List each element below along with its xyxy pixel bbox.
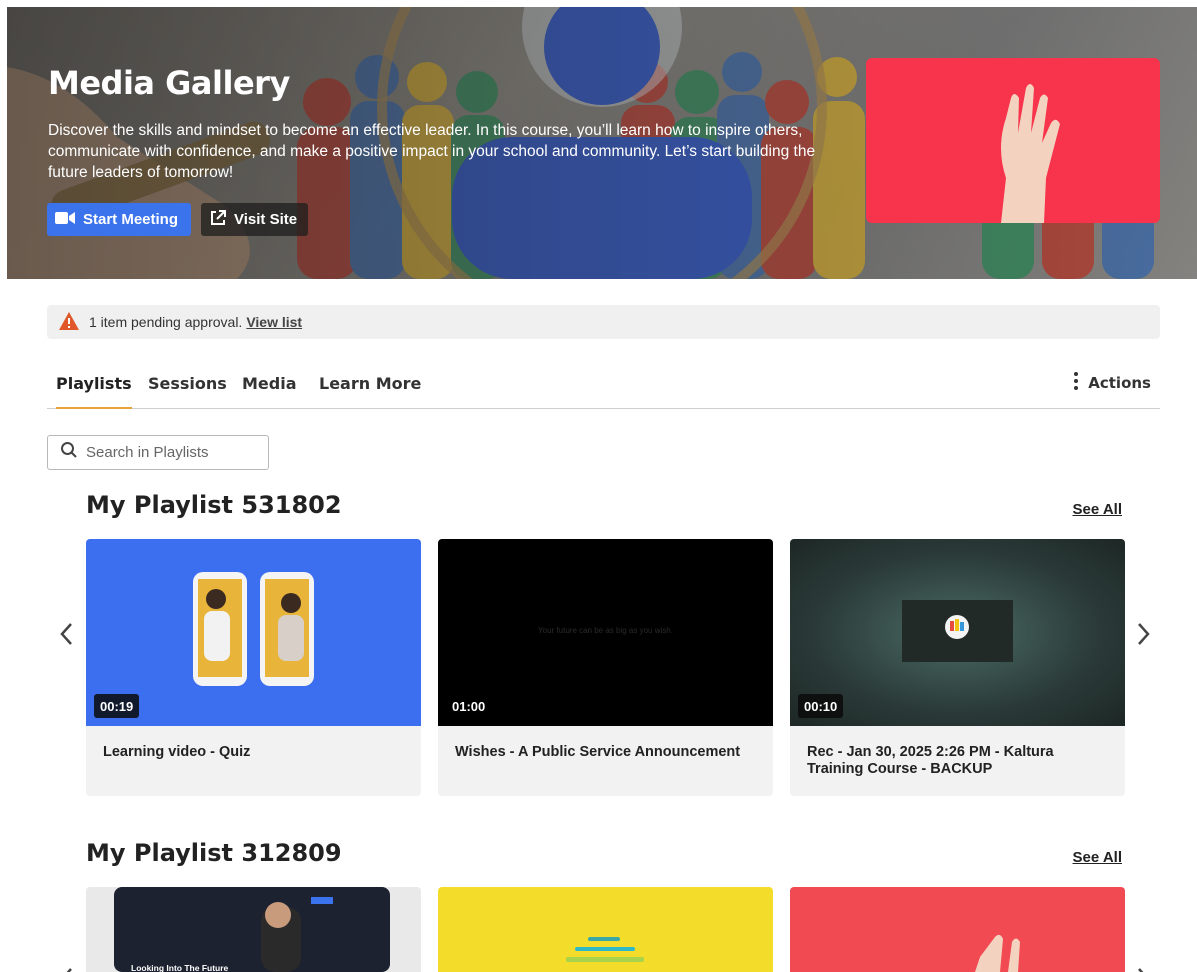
start-meeting-button[interactable]: Start Meeting xyxy=(47,203,191,236)
visit-site-label: Visit Site xyxy=(234,211,298,228)
media-card-title: Wishes - A Public Service Announcement xyxy=(438,726,773,796)
start-meeting-label: Start Meeting xyxy=(83,211,179,228)
chevron-right-icon xyxy=(1138,968,1144,972)
playlist-title: My Playlist 531802 xyxy=(86,491,342,519)
search-box xyxy=(47,435,269,470)
hero-description: Discover the skills and mindset to becom… xyxy=(48,122,816,181)
thumbnail-caption: Your future can be as big as you wish. xyxy=(538,626,673,635)
external-link-icon xyxy=(209,209,227,231)
video-camera-icon xyxy=(55,211,76,229)
media-card[interactable]: 00:10 Rec - Jan 30, 2025 2:26 PM - Kaltu… xyxy=(790,539,1125,796)
media-card[interactable]: Your future can be as big as you wish. 0… xyxy=(438,539,773,796)
actions-label: Actions xyxy=(1088,374,1151,392)
video-thumbnail xyxy=(438,887,773,972)
video-thumbnail xyxy=(790,887,1125,972)
search-input[interactable] xyxy=(86,444,256,461)
hero-video-thumbnail[interactable] xyxy=(866,58,1160,223)
playlist-title: My Playlist 312809 xyxy=(86,839,342,867)
tab-media[interactable]: Media xyxy=(242,358,297,408)
media-card-title: Learning video - Quiz xyxy=(86,726,421,796)
media-card[interactable] xyxy=(438,887,773,972)
chevron-left-icon xyxy=(66,968,72,972)
media-card[interactable]: 00:19 Learning video - Quiz xyxy=(86,539,421,796)
kebab-menu-icon xyxy=(1074,372,1079,394)
tab-sessions[interactable]: Sessions xyxy=(148,358,227,408)
media-card-title: Rec - Jan 30, 2025 2:26 PM - Kaltura Tra… xyxy=(790,726,1125,796)
duration-badge: 00:19 xyxy=(94,694,140,718)
see-all-link[interactable]: See All xyxy=(1073,501,1122,518)
carousel-prev-button[interactable] xyxy=(55,963,79,972)
chevron-right-icon xyxy=(1138,623,1150,645)
stacked-bars-image xyxy=(566,937,644,962)
raised-hand-image xyxy=(975,934,1020,972)
pending-approval-alert: 1 item pending approval. View list xyxy=(47,305,1160,339)
carousel-next-button[interactable] xyxy=(1131,963,1155,972)
actions-menu-button[interactable]: Actions xyxy=(1074,358,1151,408)
media-card[interactable] xyxy=(790,887,1125,972)
video-thumbnail: 00:19 xyxy=(86,539,421,726)
tab-playlists[interactable]: Playlists xyxy=(56,358,132,409)
tab-learn-more[interactable]: Learn More xyxy=(319,358,421,408)
tab-bar: Playlists Sessions Media Learn More Acti… xyxy=(47,358,1160,409)
video-thumbnail: Your future can be as big as you wish. 0… xyxy=(438,539,773,726)
portal-screenshot-image xyxy=(114,887,390,972)
search-icon xyxy=(60,441,78,464)
alert-text: 1 item pending approval. xyxy=(89,314,243,330)
raised-hand-image xyxy=(1001,84,1060,223)
carousel-prev-button[interactable] xyxy=(55,618,79,650)
visit-site-button[interactable]: Visit Site xyxy=(201,203,308,236)
thumbnail-caption: Looking Into The Future xyxy=(131,963,229,972)
duration-badge: 01:00 xyxy=(452,698,486,714)
view-list-link[interactable]: View list xyxy=(246,314,302,330)
video-thumbnail: Looking Into The Future xyxy=(86,887,421,972)
video-thumbnail: 00:10 xyxy=(790,539,1125,726)
duration-badge: 00:10 xyxy=(798,694,844,718)
warning-icon xyxy=(58,311,80,334)
hero-banner: Media Gallery Discover the skills and mi… xyxy=(7,7,1197,279)
carousel-next-button[interactable] xyxy=(1131,618,1155,650)
see-all-link[interactable]: See All xyxy=(1073,849,1122,866)
chevron-left-icon xyxy=(60,623,72,645)
page-title: Media Gallery xyxy=(48,64,290,102)
media-card[interactable]: Looking Into The Future xyxy=(86,887,421,972)
